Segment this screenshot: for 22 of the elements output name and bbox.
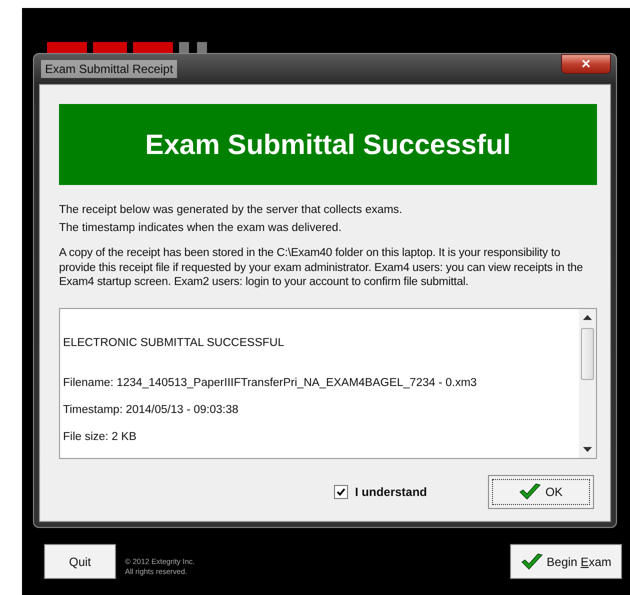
receipt-text-area[interactable]: ELECTRONIC SUBMITTAL SUCCESSFUL Filename: 1234_140513_PaperIIIFTransferPri_NA_EXAM4BAGEL_7234 - 0.xm3 Timestamp: 2014/05/13 - 09:03:38 File size: 2 KB [59, 308, 597, 458]
scrollbar[interactable] [579, 308, 596, 458]
success-banner: Exam Submittal Successful [59, 104, 597, 185]
info-paragraph: A copy of the receipt has been stored in the C:\Exam40 folder on this laptop. It is your responsibility to provide this receipt file if requested by your exam administrator. Exam4 users: you can view receipts in the Exam4 startup screen. Exam2 users: login to your account to confirm file submittal. [59, 246, 584, 290]
receipt-line: ELECTRONIC SUBMITTAL SUCCESSFUL [63, 336, 286, 348]
info-text: The timestamp indicates when the exam was delivered. [59, 221, 343, 236]
receipt-line: File size: 2 KB [63, 430, 138, 442]
checkbox-label[interactable]: I understand [354, 484, 427, 498]
scroll-down-icon[interactable] [583, 446, 592, 452]
window-title: Exam Submittal Receipt [41, 60, 178, 78]
ok-button[interactable]: OK [488, 474, 594, 508]
receipt-line: Filename: 1234_140513_PaperIIIFTransferPri_NA_EXAM4BAGEL_7234 - 0.xm3 [63, 376, 478, 388]
checkmark-icon [519, 482, 542, 500]
quit-button[interactable]: Quit [44, 544, 116, 579]
close-button[interactable]: ✕ [561, 54, 611, 74]
scroll-up-icon[interactable] [583, 314, 592, 320]
scroll-thumb[interactable] [581, 328, 594, 380]
receipt-line: Timestamp: 2014/05/13 - 09:03:38 [63, 404, 240, 416]
checkbox[interactable] [334, 484, 348, 498]
checkmark-icon [520, 552, 543, 570]
info-text: The receipt below was generated by the server that collects exams. [59, 203, 404, 218]
begin-exam-button[interactable]: Begin Exam [510, 544, 622, 579]
